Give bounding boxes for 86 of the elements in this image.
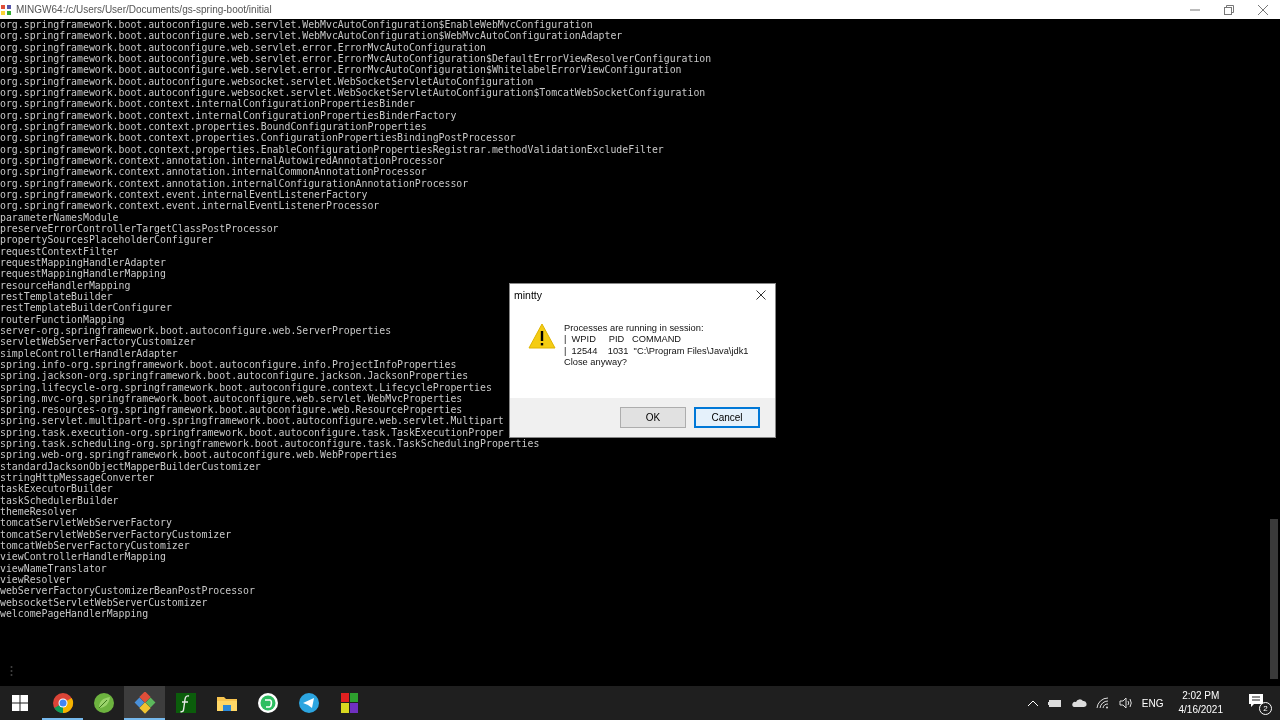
terminal-line: spring.mvc-org.springframework.boot.autoconfigure.web.servlet.WebMvcProperties xyxy=(0,392,463,405)
app-icon xyxy=(0,3,12,16)
terminal-line: spring.lifecycle-org.springframework.boot.autoconfigure.context.LifecycleProperties xyxy=(0,381,492,393)
terminal-line: restTemplateBuilder xyxy=(0,290,113,303)
terminal-line: org.springframework.boot.context.properties.BoundConfigurationProperties xyxy=(0,120,427,133)
terminal-line: tomcatServletWebServerFactoryCustomizer xyxy=(0,528,232,541)
terminal-line: stringHttpMessageConverter xyxy=(0,472,155,484)
terminal-line: org.springframework.context.annotation.internalAutowiredAnnotationProcessor xyxy=(0,154,445,167)
language-indicator[interactable]: ENG xyxy=(1141,697,1164,709)
window-title: MINGW64:/c/Users/User/Documents/gs-spring-boot/initial xyxy=(16,4,273,15)
terminal-line: server-org.springframework.boot.autoconfigure.web.ServerProperties xyxy=(0,324,392,337)
terminal-line: preserveErrorControllerTargetClassPostProcessor xyxy=(0,222,279,235)
notification-icon[interactable] xyxy=(1248,693,1264,709)
terminal-line: spring.info-org.springframework.boot.autoconfigure.info.ProjectInfoProperties xyxy=(0,358,457,371)
terminal-line: org.springframework.boot.autoconfigure.websocket.servlet.WebSocketServletAutoConfiguration$TomcatWebSocketConfiguration xyxy=(0,86,706,99)
terminal-line: spring.task.execution-org.springframework.boot.autoconfigure.task.TaskExecutionProper xyxy=(0,426,504,439)
terminal-line: servletWebServerFactoryCustomizer xyxy=(0,336,196,348)
dialog-message-line: Close anyway? xyxy=(564,357,629,369)
leaf-icon[interactable] xyxy=(92,692,115,714)
warning-icon xyxy=(528,323,556,349)
terminal-line: org.springframework.boot.context.properties.EnableConfigurationPropertiesRegistrar.methodValidationExcludeFilter xyxy=(0,143,664,155)
dialog-message-line: | 12544 1031 "C:\Program Files\Java\jdk1 xyxy=(564,345,749,358)
elephant-icon[interactable] xyxy=(256,692,279,714)
terminal-line: taskSchedulerBuilder xyxy=(0,494,119,507)
windows-logo-icon[interactable] xyxy=(12,695,28,711)
speaker-icon[interactable] xyxy=(1118,697,1133,709)
notification-count: 2 xyxy=(1259,702,1272,715)
dialog-message-line: | WPID PID COMMAND xyxy=(564,334,683,346)
chevron-up-icon[interactable] xyxy=(1026,699,1039,707)
terminal-line: restTemplateBuilderConfigurer xyxy=(0,302,172,314)
terminal-line: themeResolver xyxy=(0,506,78,518)
close-icon[interactable] xyxy=(756,290,766,300)
terminal-line: taskExecutorBuilder xyxy=(0,483,113,495)
clock-date[interactable]: 4/16/2021 xyxy=(1178,703,1223,717)
browser-icon[interactable] xyxy=(51,692,74,714)
drag-dots-icon xyxy=(10,665,13,677)
terminal-line: org.springframework.boot.autoconfigure.web.servlet.error.ErrorMvcAutoConfiguration$WhitelabelErrorViewConfiguration xyxy=(0,64,682,76)
terminal-line: viewResolver xyxy=(0,574,72,586)
terminal-line: viewControllerHandlerMapping xyxy=(0,551,166,563)
terminal-line: webServerFactoryCustomizerBeanPostProcessor xyxy=(0,585,255,597)
terminal-line: spring.servlet.multipart-org.springframework.boot.autoconfigure.web.servlet.Multipart xyxy=(0,415,504,427)
terminal-line: resourceHandlerMapping xyxy=(0,279,131,291)
terminal-line: org.springframework.context.event.internalEventListenerFactory xyxy=(0,188,368,201)
terminal-line: welcomePageHandlerMapping xyxy=(0,608,149,620)
terminal-line: propertySourcesPlaceholderConfigurer xyxy=(0,234,214,246)
terminal-line: org.springframework.boot.context.properties.ConfigurationPropertiesBindingPostProcessor xyxy=(0,132,516,144)
terminal-line: org.springframework.context.event.internalEventListenerProcessor xyxy=(0,200,380,212)
battery-icon[interactable] xyxy=(1047,699,1062,707)
terminal-line: org.springframework.boot.context.internalConfigurationPropertiesBinder xyxy=(0,98,415,110)
terminal-line: org.springframework.boot.context.internalConfigurationPropertiesBinderFactory xyxy=(0,109,457,121)
dialog-button[interactable]: OK xyxy=(620,407,686,428)
terminal-line: websocketServletWebServerCustomizer xyxy=(0,596,208,609)
terminal-line: standardJacksonObjectMapperBuilderCustomizer xyxy=(0,460,261,473)
terminal-line: simpleControllerHandlerAdapter xyxy=(0,347,178,359)
taskbar-app-button[interactable] xyxy=(124,686,165,720)
clock-time[interactable]: 2:02 PM xyxy=(1182,689,1220,703)
function-icon[interactable] xyxy=(174,692,197,714)
dialog-message-line: Processes are running in session: xyxy=(564,323,705,335)
terminal-line: requestMappingHandlerMapping xyxy=(0,268,166,280)
terminal-line: routerFunctionMapping xyxy=(0,313,125,325)
terminal-line: org.springframework.boot.autoconfigure.web.servlet.WebMvcAutoConfiguration$WebMvcAutoConfigurationAdapter xyxy=(0,30,623,42)
scrollbar-thumb[interactable] xyxy=(1270,519,1278,679)
diamond-blocks-icon[interactable] xyxy=(133,692,156,714)
color-squares-icon[interactable] xyxy=(338,692,361,714)
paper-plane-icon[interactable] xyxy=(297,692,320,714)
terminal-line: org.springframework.boot.autoconfigure.web.servlet.error.ErrorMvcAutoConfiguration xyxy=(0,41,486,53)
terminal-line: spring.jackson-org.springframework.boot.autoconfigure.jackson.JacksonProperties xyxy=(0,370,469,382)
cloud-icon[interactable] xyxy=(1070,698,1087,708)
terminal-line: tomcatWebServerFactoryCustomizer xyxy=(0,540,190,552)
terminal-line: requestContextFilter xyxy=(0,245,119,257)
terminal-line: spring.resources-org.springframework.boot.autoconfigure.web.ResourceProperties xyxy=(0,404,463,416)
terminal-line: spring.task.scheduling-org.springframework.boot.autoconfigure.task.TaskSchedulingProperties xyxy=(0,438,540,450)
terminal-line: org.springframework.boot.autoconfigure.web.servlet.WebMvcAutoConfiguration$EnableWebMvcConfiguration xyxy=(0,19,593,31)
terminal-line: spring.web-org.springframework.boot.autoconfigure.web.WebProperties xyxy=(0,449,398,461)
dialog-button[interactable]: Cancel xyxy=(694,407,760,428)
restore-icon[interactable] xyxy=(1224,4,1234,15)
terminal-line: org.springframework.context.annotation.internalCommonAnnotationProcessor xyxy=(0,166,427,178)
terminal-line: requestMappingHandlerAdapter xyxy=(0,256,166,269)
terminal-line: tomcatServletWebServerFactory xyxy=(0,517,172,529)
wifi-icon[interactable] xyxy=(1095,697,1110,709)
terminal-line: org.springframework.boot.autoconfigure.websocket.servlet.WebSocketServletAutoConfiguration xyxy=(0,75,534,87)
dialog-title: mintty xyxy=(514,289,542,301)
terminal-line: parameterNamesModule xyxy=(0,211,119,223)
terminal-line: viewNameTranslator xyxy=(0,562,107,575)
terminal-line: org.springframework.boot.autoconfigure.web.servlet.error.ErrorMvcAutoConfiguration$DefaultErrorViewResolverConfiguration xyxy=(0,53,712,65)
terminal-line: org.springframework.context.annotation.internalConfigurationAnnotationProcessor xyxy=(0,177,469,189)
